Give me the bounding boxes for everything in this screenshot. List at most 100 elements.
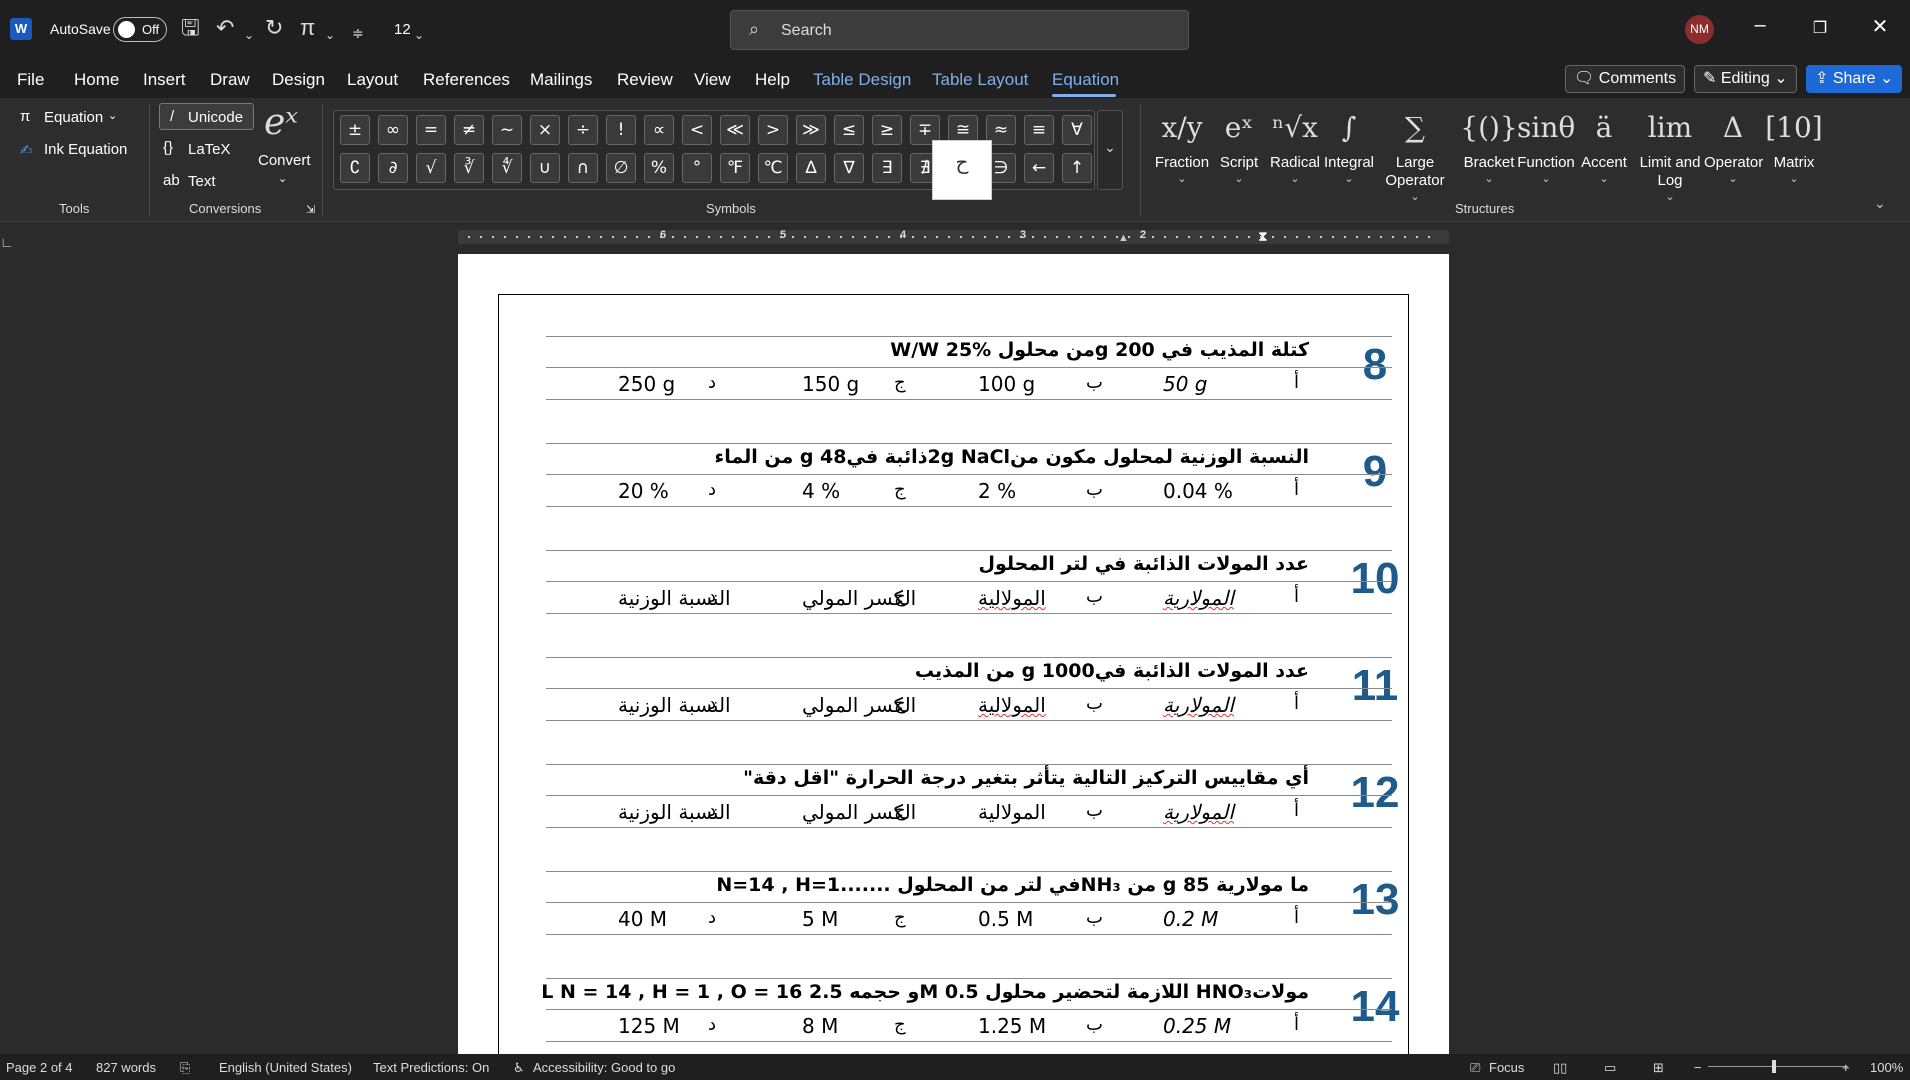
symbol-button[interactable]: ∜ <box>492 153 522 183</box>
structure-integral-button[interactable]: ∫ Integral ⌄ <box>1320 104 1378 185</box>
symbol-button[interactable]: ≡ <box>1024 115 1054 145</box>
symbol-button[interactable]: × <box>530 115 560 145</box>
symbol-button[interactable]: > <box>758 115 788 145</box>
symbol-button[interactable]: ≠ <box>454 115 484 145</box>
editing-button[interactable]: ✎ Editing ⌄ <box>1694 65 1797 93</box>
tab-stop-selector[interactable]: ∟ <box>0 234 14 250</box>
symbol-button[interactable]: ∁ <box>340 153 370 183</box>
proofing-icon[interactable]: ⎘ <box>180 1060 190 1076</box>
symbol-button[interactable]: ≤ <box>834 115 864 145</box>
save-icon[interactable]: 🖫 <box>181 15 200 41</box>
horizontal-ruler[interactable]: 6 5 4 3 2 ▲ ⧗ <box>458 228 1449 244</box>
collapse-ribbon-icon[interactable]: ⌄ <box>1874 195 1886 212</box>
tab-file[interactable]: File <box>17 70 44 90</box>
text-predictions[interactable]: Text Predictions: On <box>373 1060 489 1075</box>
tab-references[interactable]: References <box>423 70 510 90</box>
symbol-button[interactable]: ↑ <box>1062 153 1092 183</box>
symbol-button[interactable]: = <box>416 115 446 145</box>
zoom-out-icon[interactable]: − <box>1694 1060 1702 1075</box>
tab-table-design[interactable]: Table Design <box>813 70 911 90</box>
undo-icon[interactable]: ↶ <box>216 15 234 41</box>
symbol-button[interactable]: < <box>682 115 712 145</box>
tab-help[interactable]: Help <box>755 70 790 90</box>
symbol-button[interactable]: ∝ <box>644 115 674 145</box>
web-layout-icon[interactable]: ⊞ <box>1653 1060 1664 1076</box>
structure-limit-and-log-button[interactable]: lim Limit and Log ⌄ <box>1632 104 1708 203</box>
symbol-button[interactable]: ∛ <box>454 153 484 183</box>
latex-button[interactable]: LaTeX <box>188 141 231 158</box>
symbol-button[interactable]: ∞ <box>378 115 408 145</box>
tab-mailings[interactable]: Mailings <box>530 70 592 90</box>
language-indicator[interactable]: English (United States) <box>219 1060 352 1075</box>
symbol-button[interactable]: ∀ <box>1062 115 1092 145</box>
symbol-button[interactable]: √ <box>416 153 446 183</box>
focus-button[interactable]: Focus <box>1489 1060 1524 1075</box>
minimize-icon[interactable]: – <box>1745 14 1775 37</box>
symbol-button[interactable]: ∅ <box>606 153 636 183</box>
search-box[interactable]: ⌕ Search <box>730 10 1189 50</box>
structure-radical-button[interactable]: ⁿ√x Radical ⌄ <box>1266 104 1324 185</box>
symbol-button[interactable]: ≪ <box>720 115 750 145</box>
font-size-box[interactable]: 12 <box>394 21 411 38</box>
read-mode-icon[interactable]: ▯▯ <box>1553 1060 1567 1076</box>
comments-button[interactable]: 🗨 Comments <box>1565 65 1686 93</box>
tab-review[interactable]: Review <box>617 70 673 90</box>
symbol-button[interactable]: ± <box>340 115 370 145</box>
symbol-button[interactable]: ∇ <box>834 153 864 183</box>
unicode-button[interactable]: / Unicode <box>159 103 254 130</box>
tab-equation[interactable]: Equation <box>1052 70 1119 90</box>
convert-button[interactable]: Convert <box>258 152 311 169</box>
symbol-button[interactable]: % <box>644 153 674 183</box>
autosave-toggle[interactable]: Off <box>113 17 167 42</box>
redo-icon[interactable]: ↻ <box>265 15 283 41</box>
symbol-button[interactable]: ∆ <box>796 153 826 183</box>
tab-insert[interactable]: Insert <box>143 70 186 90</box>
close-icon[interactable]: ✕ <box>1865 14 1895 39</box>
symbol-button[interactable]: ℃ <box>758 153 788 183</box>
print-layout-icon[interactable]: ▭ <box>1604 1060 1616 1076</box>
symbol-button[interactable]: ∃ <box>872 153 902 183</box>
tab-design[interactable]: Design <box>272 70 325 90</box>
structure-large-operator-button[interactable]: ∑ Large Operator ⌄ <box>1377 104 1453 203</box>
structure-fraction-button[interactable]: x/y Fraction ⌄ <box>1153 104 1211 185</box>
structure-bracket-button[interactable]: {()} Bracket ⌄ <box>1460 104 1518 185</box>
tab-draw[interactable]: Draw <box>210 70 250 90</box>
share-button[interactable]: ⇪ Share ⌄ <box>1806 65 1903 93</box>
symbol-button[interactable]: ° <box>682 153 712 183</box>
zoom-level[interactable]: 100% <box>1870 1060 1903 1075</box>
structure-function-button[interactable]: sinθ Function ⌄ <box>1517 104 1575 185</box>
symbol-button[interactable]: ! <box>606 115 636 145</box>
zoom-in-icon[interactable]: + <box>1842 1060 1850 1075</box>
font-size-dropdown-icon[interactable]: ⌄ <box>414 22 424 48</box>
symbol-button[interactable]: ≫ <box>796 115 826 145</box>
document-page[interactable]: 8 كتلة المذيب في g 200من محلول W/W 25% أ 50… <box>458 254 1449 1080</box>
dialog-launcher-icon[interactable]: ⇲ <box>306 203 315 216</box>
symbol-button[interactable]: ∪ <box>530 153 560 183</box>
symbol-button[interactable]: ℉ <box>720 153 750 183</box>
avatar[interactable]: NM <box>1685 15 1714 44</box>
structure-matrix-button[interactable]: [10] Matrix ⌄ <box>1765 104 1823 185</box>
tab-home[interactable]: Home <box>74 70 119 90</box>
symbol-button[interactable]: ∩ <box>568 153 598 183</box>
tab-table-layout[interactable]: Table Layout <box>932 70 1028 90</box>
symbol-button[interactable]: ~ <box>492 115 522 145</box>
tab-layout[interactable]: Layout <box>347 70 398 90</box>
tab-view[interactable]: View <box>694 70 731 90</box>
equation-pi-icon[interactable]: π <box>300 15 315 41</box>
structure-accent-button[interactable]: ä Accent ⌄ <box>1575 104 1633 185</box>
customize-toolbar-icon[interactable]: ≑ <box>352 20 364 46</box>
word-count[interactable]: 827 words <box>96 1060 156 1075</box>
undo-dropdown-icon[interactable]: ⌄ <box>244 22 254 48</box>
symbol-button[interactable]: ← <box>1024 153 1054 183</box>
accessibility-status[interactable]: Accessibility: Good to go <box>533 1060 675 1075</box>
symbol-button[interactable]: ≥ <box>872 115 902 145</box>
symbol-button[interactable]: ∂ <box>378 153 408 183</box>
structure-script-button[interactable]: eˣ Script ⌄ <box>1210 104 1268 185</box>
restore-icon[interactable]: ❐ <box>1805 18 1835 38</box>
zoom-slider[interactable] <box>1708 1066 1848 1067</box>
indent-marker-icon[interactable]: ▲ <box>1118 232 1129 244</box>
text-button[interactable]: Text <box>188 173 216 190</box>
symbols-more-button[interactable]: ⌄ <box>1097 110 1123 190</box>
structure-operator-button[interactable]: Δ Operator ⌄ <box>1704 104 1763 185</box>
equation-button[interactable]: Equation <box>44 109 103 126</box>
